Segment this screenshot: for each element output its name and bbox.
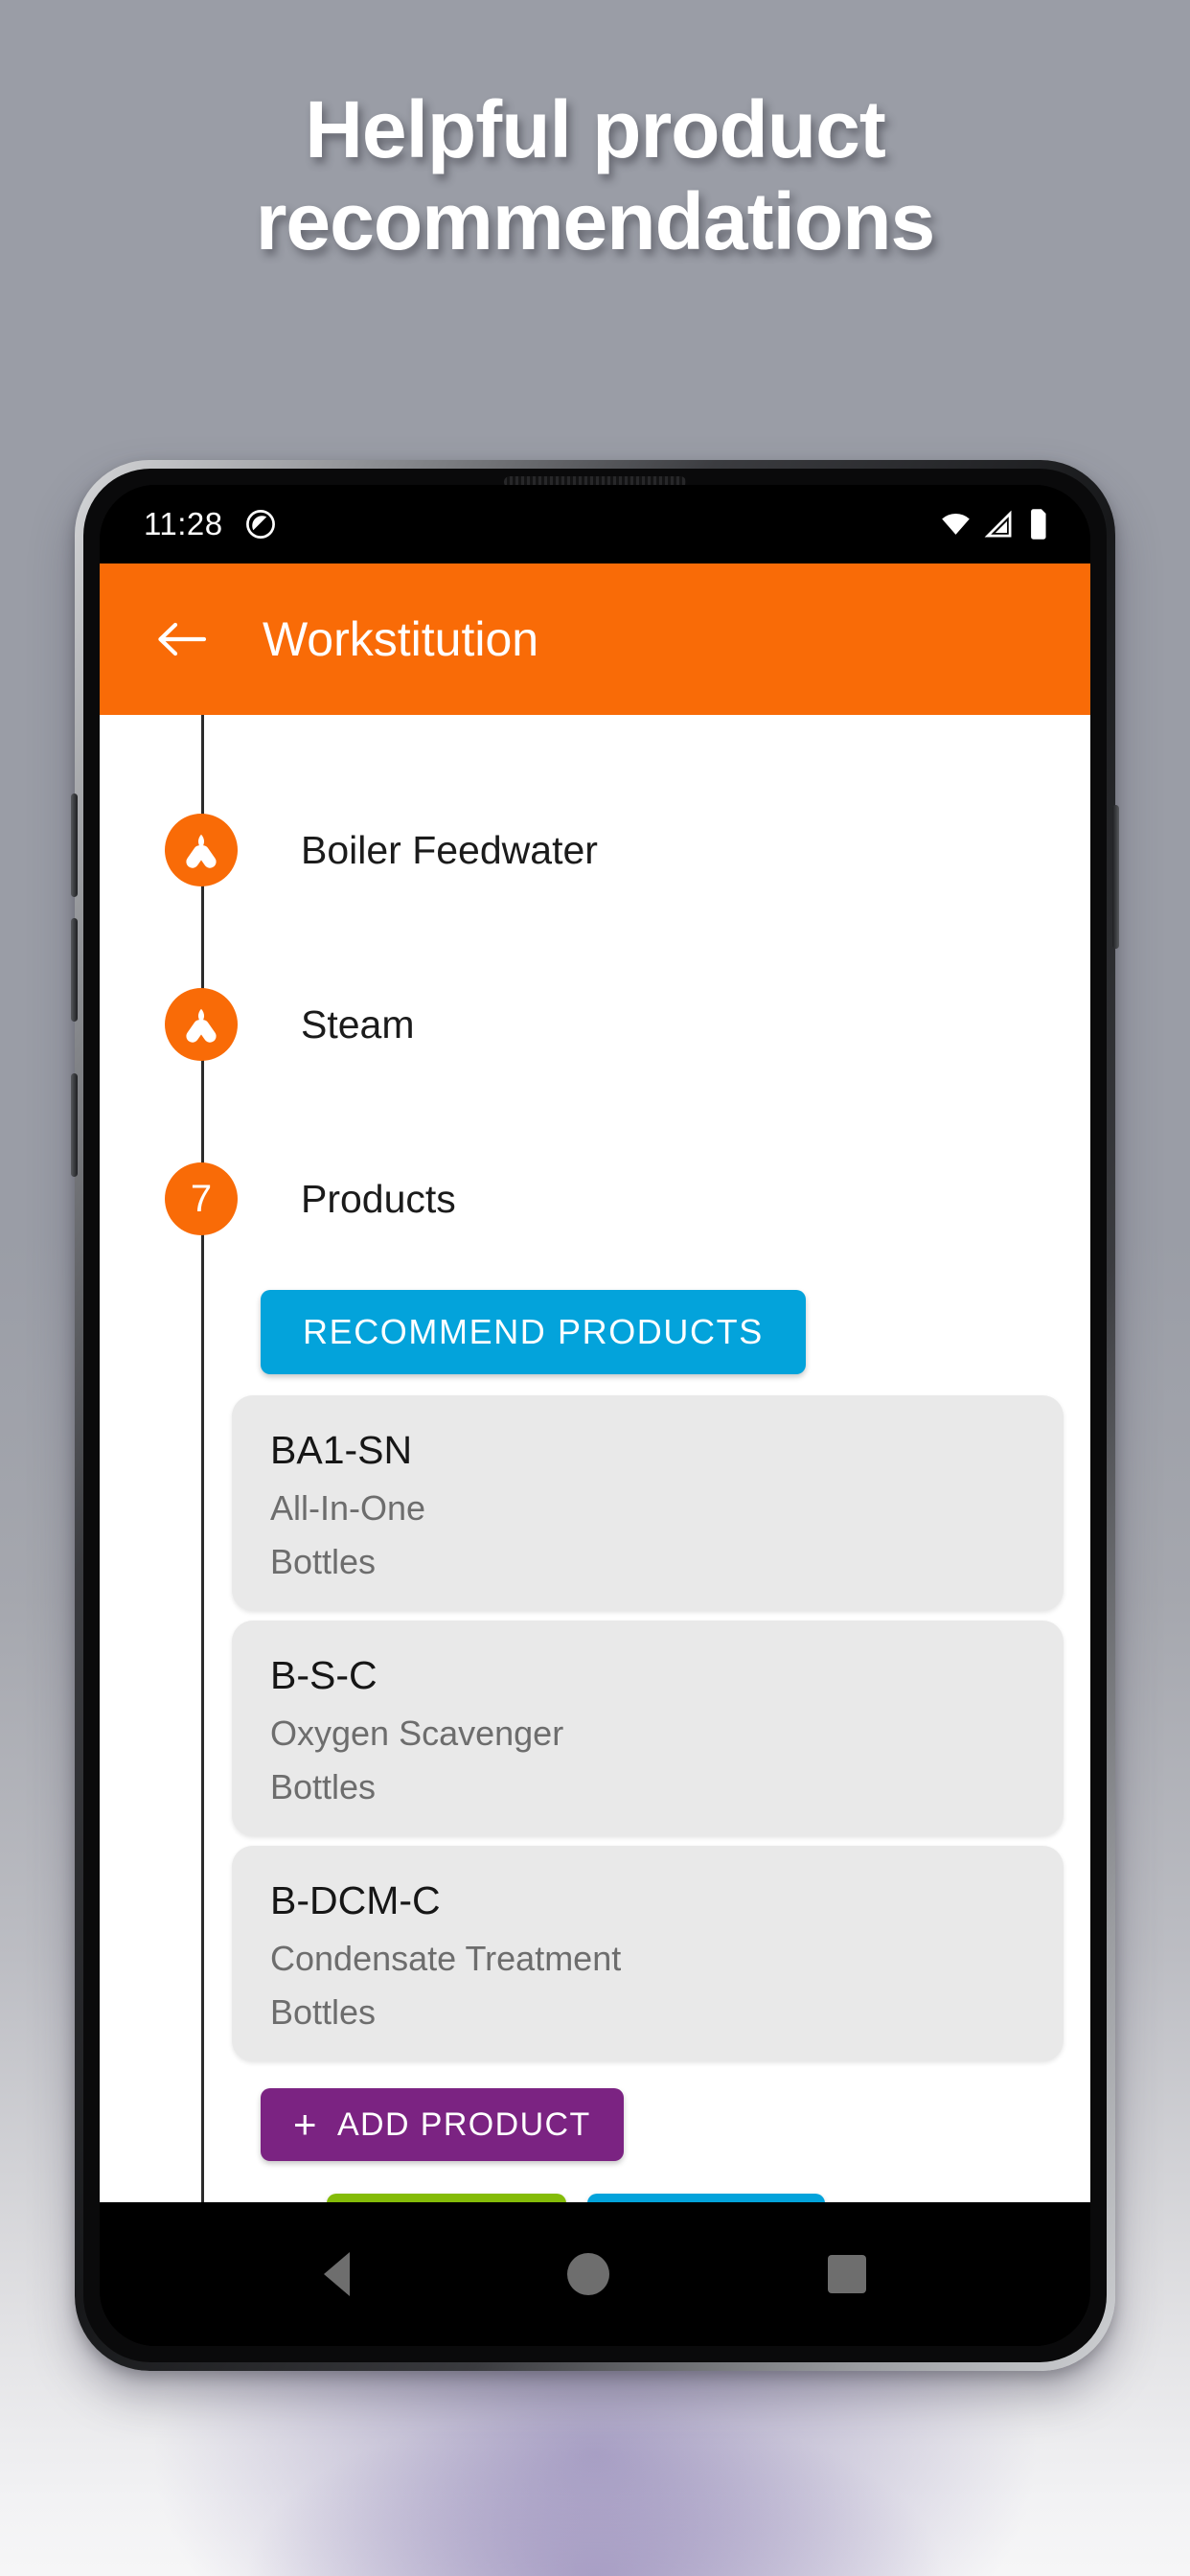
product-card[interactable]: BA1-SN All-In-One Bottles (232, 1395, 1064, 1611)
android-nav-bar (100, 2202, 1090, 2346)
step-marker-number: 7 (165, 1162, 238, 1235)
stepper-step-steam[interactable]: Steam (100, 964, 1090, 1085)
app-bar-back-button[interactable] (146, 604, 217, 675)
phone-mockup: 11:28 Workstitution Boiler Feedwater Ste… (71, 460, 1119, 2371)
product-card[interactable]: B-S-C Oxygen Scavenger Bottles (232, 1621, 1064, 1836)
product-unit: Bottles (270, 1542, 377, 1581)
product-description: All-In-One (270, 1488, 426, 1528)
stepper: Boiler Feedwater Steam 7 Products (100, 715, 1090, 1259)
promo-headline: Helpful product recommendations (0, 84, 1190, 268)
stepper-step-boiler-feedwater[interactable]: Boiler Feedwater (100, 790, 1090, 910)
volume-up-button[interactable] (71, 794, 78, 897)
step-label: Products (301, 1176, 456, 1221)
product-card[interactable]: B-DCM-C Condensate Treatment Bottles (232, 1846, 1064, 2061)
plus-icon: + (293, 2102, 318, 2147)
add-product-button[interactable]: + ADD PRODUCT (261, 2088, 624, 2161)
product-description: Condensate Treatment (270, 1939, 622, 1978)
status-right-icons (940, 508, 1050, 540)
arrow-left-icon (158, 622, 206, 656)
add-product-label: ADD PRODUCT (336, 2105, 591, 2143)
step-marker-logo-icon (165, 814, 238, 886)
status-time: 11:28 (144, 506, 223, 541)
brand-a-logo-icon (186, 834, 217, 868)
product-unit: Bottles (270, 1992, 377, 2032)
brand-a-logo-icon (186, 1008, 217, 1043)
products-section: RECOMMEND PRODUCTS BA1-SN All-In-One Bot… (232, 1290, 1090, 2202)
nav-home-circle-icon[interactable] (567, 2253, 610, 2295)
wifi-icon (942, 513, 970, 535)
step-label: Steam (301, 1001, 415, 1046)
recommend-products-button[interactable]: RECOMMEND PRODUCTS (261, 1290, 806, 1374)
phone-screen: 11:28 Workstitution Boiler Feedwater Ste… (100, 485, 1090, 2346)
stepper-step-products[interactable]: 7 Products (100, 1138, 1090, 1259)
next-button[interactable]: NEXT (587, 2194, 826, 2202)
status-left-icons (244, 508, 277, 540)
promo-headline-line-2: recommendations (255, 175, 936, 266)
product-code: B-DCM-C (270, 1878, 441, 1922)
nav-recents-square-icon[interactable] (828, 2255, 867, 2293)
promo-headline-line-1: Helpful product (305, 84, 886, 174)
app-bar: Workstitution (100, 564, 1090, 715)
step-label: Boiler Feedwater (301, 827, 598, 872)
battery-icon (1031, 509, 1046, 540)
phone-bezel: 11:28 Workstitution Boiler Feedwater Ste… (83, 469, 1107, 2362)
app-bar-title: Workstitution (263, 612, 539, 666)
android-status-bar: 11:28 (100, 485, 1090, 564)
product-description: Oxygen Scavenger (270, 1714, 564, 1753)
signal-icon (984, 510, 1012, 537)
product-card-list: BA1-SN All-In-One Bottles B-S-C Oxygen S… (232, 1395, 1064, 2061)
product-unit: Bottles (270, 1767, 377, 1806)
assistant-button[interactable] (71, 1073, 78, 1177)
do-not-disturb-icon (245, 510, 275, 539)
back-button[interactable]: BACK (326, 2194, 567, 2202)
step-marker-logo-icon (165, 988, 238, 1061)
product-code: B-S-C (270, 1653, 378, 1697)
product-code: BA1-SN (270, 1428, 413, 1472)
wizard-navigation: BACK NEXT (232, 2194, 1064, 2202)
power-button[interactable] (1112, 805, 1119, 949)
app-content: Boiler Feedwater Steam 7 Products RECOMM… (100, 715, 1090, 2202)
nav-back-triangle-icon[interactable] (323, 2252, 350, 2296)
volume-down-button[interactable] (71, 918, 78, 1022)
